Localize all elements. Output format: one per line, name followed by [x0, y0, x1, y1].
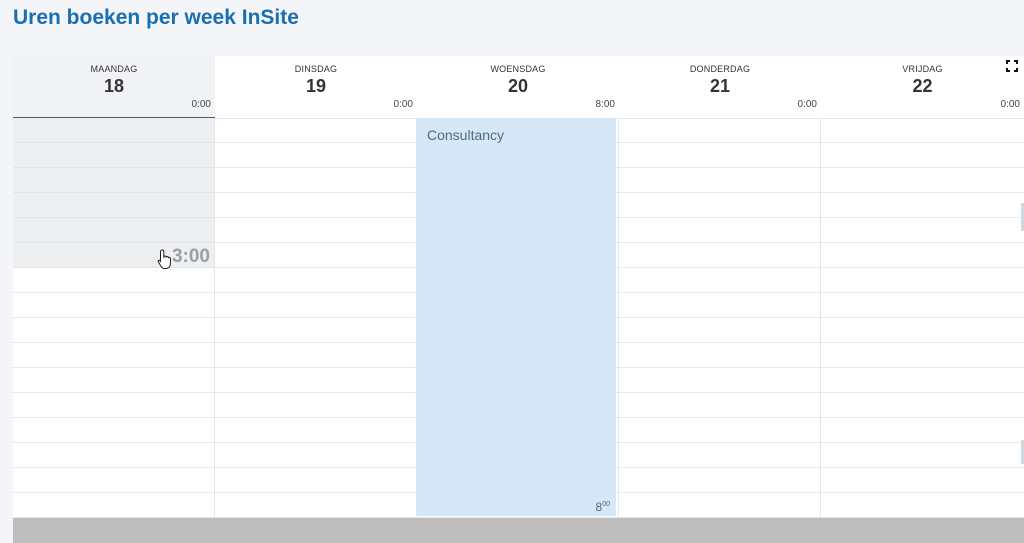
day-total: 0:00: [191, 99, 211, 110]
day-date: 22: [912, 76, 933, 96]
event-title: Consultancy: [427, 127, 505, 143]
day-date: 19: [305, 76, 327, 96]
day-total: 8:00: [595, 99, 615, 110]
day-date: 18: [103, 76, 125, 96]
day-header-monday[interactable]: MAANDAG 18 0:00: [13, 56, 215, 119]
day-header-tuesday[interactable]: DINSDAG 19 0:00: [215, 56, 417, 118]
day-name: DONDERDAG: [689, 64, 751, 74]
calendar-grid: 3:00 Consultancy 800: [13, 118, 1024, 518]
day-header-wednesday[interactable]: WOENSDAG 20 8:00: [417, 56, 619, 118]
calendar-header: MAANDAG 18 0:00 DINSDAG 19 0:00 WOENSDAG…: [13, 56, 1024, 119]
hand-cursor-icon: [157, 249, 171, 269]
day-date: 20: [507, 76, 529, 96]
day-column-tuesday[interactable]: [215, 118, 417, 518]
fullscreen-icon[interactable]: [1006, 60, 1018, 72]
event-duration: 800: [595, 500, 610, 514]
day-total: 0:00: [393, 99, 413, 110]
day-header-thursday[interactable]: DONDERDAG 21 0:00: [619, 56, 821, 118]
day-column-thursday[interactable]: [619, 118, 821, 518]
day-date: 21: [709, 76, 731, 96]
week-calendar: MAANDAG 18 0:00 DINSDAG 19 0:00 WOENSDAG…: [13, 56, 1024, 543]
event-consultancy[interactable]: Consultancy 800: [416, 118, 616, 516]
day-name: DINSDAG: [294, 64, 338, 74]
page-title: Uren boeken per week InSite: [13, 6, 299, 29]
day-column-friday[interactable]: [821, 118, 1024, 518]
day-total: 0:00: [797, 99, 817, 110]
footer-bar: [13, 518, 1024, 543]
day-name: MAANDAG: [90, 64, 138, 74]
day-header-friday[interactable]: VRIJDAG 22 0:00: [821, 56, 1024, 118]
day-column-monday[interactable]: 3:00: [13, 118, 215, 518]
day-name: WOENSDAG: [490, 64, 546, 74]
day-total: 0:00: [1000, 99, 1020, 110]
day-name: VRIJDAG: [902, 64, 943, 74]
hover-time-label: 3:00: [171, 246, 210, 267]
